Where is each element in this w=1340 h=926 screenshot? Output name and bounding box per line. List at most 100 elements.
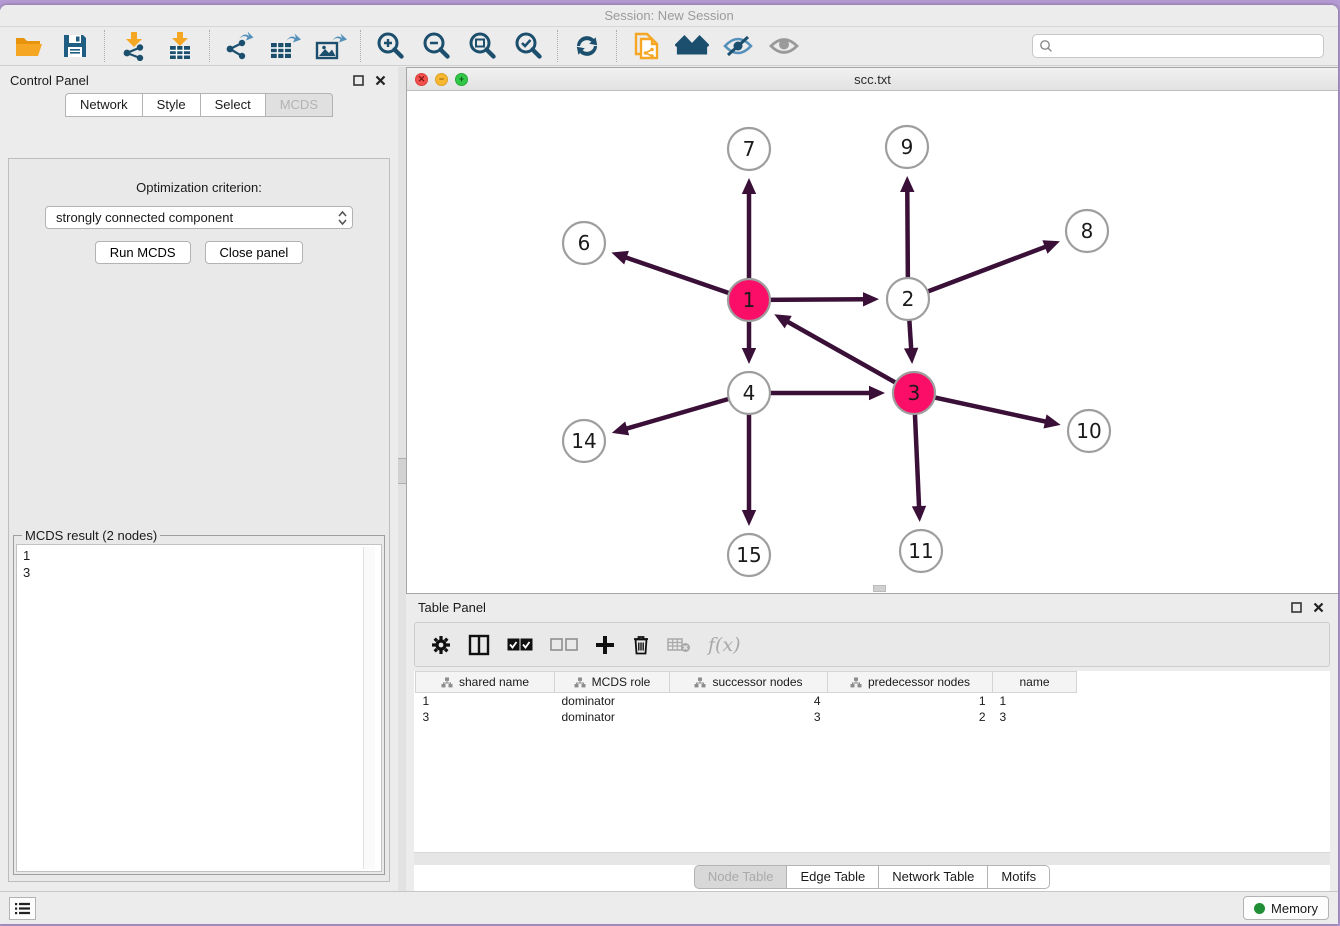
import-table-icon[interactable]	[163, 31, 197, 61]
column-header-shared-name[interactable]: shared name	[416, 672, 555, 693]
window-maximize-icon[interactable]: +	[455, 73, 468, 86]
edge-3-1[interactable]	[785, 320, 914, 393]
column-header-successor-nodes[interactable]: successor nodes	[670, 672, 828, 693]
edge-arrowhead	[612, 422, 629, 436]
cell-shared-name[interactable]: 1	[416, 693, 555, 709]
search-field[interactable]	[1032, 34, 1324, 58]
cell-name[interactable]: 1	[993, 693, 1077, 709]
network-graph: 7968124314101511	[407, 91, 1337, 593]
table-header-row: shared name MCDS role successor nodes	[416, 672, 1077, 693]
select-all-checkboxes-icon[interactable]	[507, 631, 533, 659]
graph-node-label: 11	[908, 539, 933, 563]
table-panel-float-icon[interactable]	[1288, 599, 1304, 615]
zoom-out-icon[interactable]	[419, 31, 453, 61]
search-input[interactable]	[1053, 39, 1317, 53]
column-label: successor nodes	[712, 675, 802, 689]
zoom-selected-icon[interactable]	[511, 31, 545, 61]
cell-mcds-role[interactable]: dominator	[555, 693, 670, 709]
column-label: predecessor nodes	[868, 675, 970, 689]
window-close-icon[interactable]: ✕	[415, 73, 428, 86]
refresh-icon[interactable]	[570, 31, 604, 61]
mcds-result-title: MCDS result (2 nodes)	[22, 528, 160, 543]
search-icon	[1039, 39, 1053, 53]
criterion-dropdown[interactable]: strongly connected component	[45, 206, 353, 229]
edge-arrowhead	[869, 386, 885, 400]
tab-network-table[interactable]: Network Table	[879, 865, 988, 889]
show-all-icon[interactable]	[767, 31, 801, 61]
tab-select[interactable]: Select	[201, 93, 266, 117]
tab-node-table[interactable]: Node Table	[694, 865, 788, 889]
main-toolbar	[0, 27, 1338, 66]
network-window-titlebar[interactable]: scc.txt ✕ − +	[407, 68, 1338, 91]
column-header-mcds-role[interactable]: MCDS role	[555, 672, 670, 693]
cell-predecessor-nodes[interactable]: 1	[828, 693, 993, 709]
tab-edge-table[interactable]: Edge Table	[787, 865, 879, 889]
split-columns-icon[interactable]	[468, 631, 490, 659]
tab-motifs[interactable]: Motifs	[988, 865, 1050, 889]
column-header-name[interactable]: name	[993, 672, 1077, 693]
table-settings-icon[interactable]	[431, 631, 451, 659]
edge-arrowhead	[1042, 240, 1060, 253]
cell-name[interactable]: 3	[993, 709, 1077, 725]
deselect-all-checkboxes-icon[interactable]	[550, 631, 578, 659]
control-panel-close-icon[interactable]	[372, 72, 388, 88]
cell-mcds-role[interactable]: dominator	[555, 709, 670, 725]
open-folder-icon[interactable]	[12, 31, 46, 61]
edge-arrowhead	[1043, 414, 1060, 428]
task-history-button[interactable]	[9, 897, 36, 920]
mcds-result-textarea[interactable]: 1 3	[16, 544, 382, 872]
column-type-icon	[694, 677, 706, 688]
table-row[interactable]: 3 dominator 3 2 3	[416, 709, 1077, 725]
canvas-hscroll-thumb[interactable]	[873, 585, 886, 592]
save-icon[interactable]	[58, 31, 92, 61]
zoom-in-icon[interactable]	[373, 31, 407, 61]
export-table-icon[interactable]	[268, 31, 302, 61]
mcds-result-scrollbar[interactable]	[363, 547, 375, 869]
panel-splitter[interactable]	[398, 67, 406, 891]
edge-arrowhead	[611, 251, 628, 265]
cell-successor-nodes[interactable]: 3	[670, 709, 828, 725]
edge-arrowhead	[742, 510, 756, 526]
export-network-icon[interactable]	[222, 31, 256, 61]
hide-selected-icon[interactable]	[721, 31, 755, 61]
run-mcds-button[interactable]: Run MCDS	[95, 241, 191, 264]
table-hscroll-track[interactable]	[414, 852, 1330, 865]
graph-node-label: 8	[1081, 219, 1094, 243]
graph-node-label: 15	[736, 543, 761, 567]
function-builder-icon[interactable]: f(x)	[708, 631, 741, 659]
mcds-panel: Optimization criterion: strongly connect…	[8, 158, 390, 882]
cell-successor-nodes[interactable]: 4	[670, 693, 828, 709]
table-panel-title: Table Panel	[418, 600, 1282, 615]
memory-button[interactable]: Memory	[1243, 896, 1329, 920]
splitter-grip[interactable]	[398, 458, 406, 484]
copy-network-view-icon[interactable]	[629, 31, 663, 61]
edge-arrowhead	[863, 292, 879, 306]
tab-style[interactable]: Style	[143, 93, 201, 117]
graph-node-label: 10	[1076, 419, 1101, 443]
add-row-icon[interactable]	[595, 631, 615, 659]
graph-node-label: 6	[578, 231, 591, 255]
zoom-fit-icon[interactable]	[465, 31, 499, 61]
table-panel-close-icon[interactable]	[1310, 599, 1326, 615]
export-image-icon[interactable]	[314, 31, 348, 61]
tab-network[interactable]: Network	[65, 93, 143, 117]
edge-arrowhead	[912, 506, 926, 522]
control-panel-float-icon[interactable]	[350, 72, 366, 88]
network-canvas[interactable]: 7968124314101511	[407, 91, 1338, 593]
close-panel-button[interactable]: Close panel	[205, 241, 304, 264]
table-row[interactable]: 1 dominator 4 1 1	[416, 693, 1077, 709]
tab-mcds[interactable]: MCDS	[266, 93, 333, 117]
edge-2-8[interactable]	[908, 246, 1049, 299]
cell-predecessor-nodes[interactable]: 2	[828, 709, 993, 725]
control-panel-tabs: Network Style Select MCDS	[0, 93, 398, 117]
column-header-predecessor-nodes[interactable]: predecessor nodes	[828, 672, 993, 693]
delete-table-icon[interactable]	[667, 631, 691, 659]
graph-node-label: 3	[908, 381, 921, 405]
window-minimize-icon[interactable]: −	[435, 73, 448, 86]
home-layout-icon[interactable]	[675, 31, 709, 61]
graph-node-label: 7	[743, 137, 756, 161]
column-type-icon	[441, 677, 453, 688]
import-network-icon[interactable]	[117, 31, 151, 61]
cell-shared-name[interactable]: 3	[416, 709, 555, 725]
delete-row-icon[interactable]	[632, 631, 650, 659]
